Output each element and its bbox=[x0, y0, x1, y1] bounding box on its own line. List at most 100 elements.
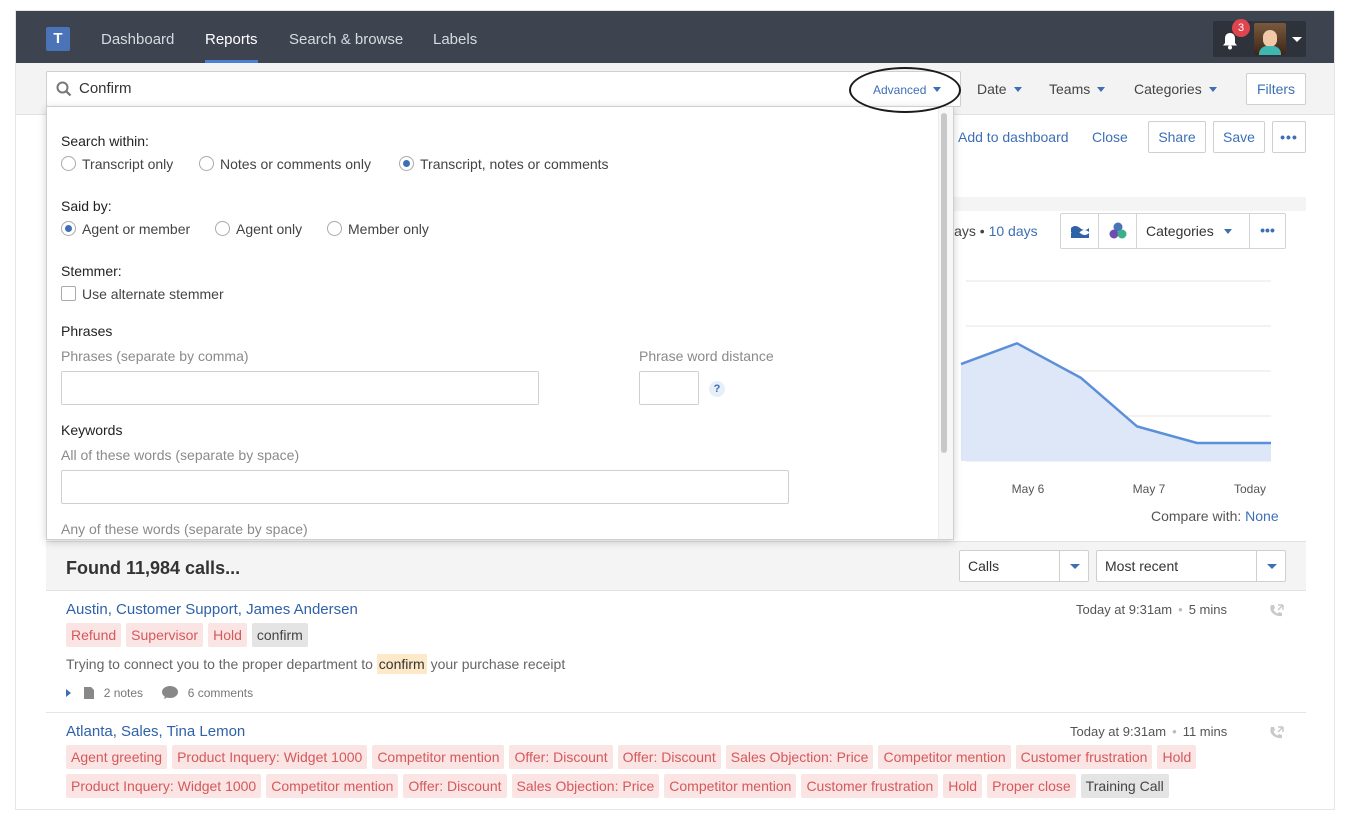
radio-label: Agent only bbox=[236, 221, 303, 237]
scrollbar-thumb[interactable] bbox=[941, 113, 947, 453]
tag[interactable]: Supervisor bbox=[126, 623, 204, 647]
close-link[interactable]: Close bbox=[1092, 129, 1128, 145]
result-tags: Refund Supervisor Hold confirm bbox=[66, 623, 1266, 652]
tag[interactable]: Competitor mention bbox=[372, 745, 505, 769]
avatar-shirt bbox=[1259, 46, 1281, 55]
result-item[interactable]: Atlanta, Sales, Tina Lemon Today at 9:31… bbox=[46, 713, 1306, 809]
result-time-value: Today at 9:31am bbox=[1076, 602, 1173, 617]
nav-labels[interactable]: Labels bbox=[433, 11, 477, 63]
checkbox-label: Use alternate stemmer bbox=[82, 286, 224, 302]
phrase-distance-input[interactable] bbox=[639, 371, 699, 405]
tag[interactable]: Sales Objection: Price bbox=[511, 774, 660, 798]
share-button[interactable]: Share bbox=[1148, 121, 1206, 153]
tag[interactable]: Refund bbox=[66, 623, 122, 647]
tag[interactable]: Hold bbox=[1157, 745, 1197, 769]
tag[interactable]: Offer: Discount bbox=[403, 774, 507, 798]
days-option-selected[interactable]: 10 days bbox=[989, 223, 1038, 239]
search-input[interactable]: Confirm Advanced bbox=[46, 71, 961, 107]
tag[interactable]: Agent greeting bbox=[66, 745, 168, 769]
wave-icon bbox=[1071, 226, 1089, 238]
type-select[interactable]: Calls bbox=[959, 550, 1089, 582]
help-icon[interactable]: ? bbox=[709, 381, 725, 397]
tag[interactable]: Hold bbox=[943, 774, 983, 798]
tag[interactable]: Proper close bbox=[987, 774, 1076, 798]
all-words-input[interactable] bbox=[61, 470, 789, 504]
save-button[interactable]: Save bbox=[1213, 121, 1265, 153]
radio-transcript-only[interactable]: Transcript only bbox=[61, 156, 173, 172]
tag[interactable]: Customer frustration bbox=[801, 774, 939, 798]
result-title[interactable]: Atlanta, Sales, Tina Lemon bbox=[66, 723, 245, 740]
tag[interactable]: Customer frustration bbox=[1015, 745, 1153, 769]
chart-more-button[interactable]: ••• bbox=[1250, 214, 1285, 248]
radio-notes-comments-only[interactable]: Notes or comments only bbox=[199, 156, 371, 172]
result-item[interactable]: Austin, Customer Support, James Andersen… bbox=[46, 591, 1306, 713]
days-option[interactable]: lays bbox=[951, 223, 976, 239]
sort-select[interactable]: Most recent bbox=[1096, 550, 1286, 582]
radio-selected-icon bbox=[399, 156, 414, 171]
tag[interactable]: Competitor mention bbox=[664, 774, 797, 798]
search-query[interactable]: Confirm bbox=[79, 72, 132, 106]
caret-down-icon bbox=[1208, 87, 1217, 92]
result-title[interactable]: Austin, Customer Support, James Andersen bbox=[66, 601, 358, 618]
keywords-label: Keywords bbox=[61, 422, 123, 438]
tag-gray[interactable]: confirm bbox=[251, 623, 308, 647]
incoming-call-icon bbox=[1270, 726, 1284, 739]
caret-down-icon bbox=[1097, 87, 1106, 92]
radio-agent-or-member[interactable]: Agent or member bbox=[61, 221, 190, 237]
tag[interactable]: Competitor mention bbox=[266, 774, 399, 798]
search-icon bbox=[56, 81, 72, 97]
radio-member-only[interactable]: Member only bbox=[327, 221, 429, 237]
color-circles-icon bbox=[1109, 222, 1127, 239]
separator-dot: • bbox=[1172, 724, 1177, 739]
chart-categories-select[interactable]: Categories bbox=[1137, 214, 1250, 248]
result-duration: 5 mins bbox=[1188, 602, 1227, 617]
phrases-hint: Phrases (separate by comma) bbox=[61, 348, 249, 364]
more-button[interactable]: ••• bbox=[1272, 121, 1306, 153]
search-within-label: Search within: bbox=[61, 133, 149, 149]
avatar-face bbox=[1263, 30, 1277, 47]
nav-dashboard[interactable]: Dashboard bbox=[101, 11, 174, 63]
add-to-dashboard-link[interactable]: Add to dashboard bbox=[958, 129, 1069, 145]
expand-icon[interactable] bbox=[66, 689, 71, 697]
radio-agent-only[interactable]: Agent only bbox=[215, 221, 302, 237]
chevron-down-icon[interactable] bbox=[1292, 37, 1302, 42]
avatar[interactable] bbox=[1254, 23, 1286, 55]
caret-down-icon bbox=[1013, 87, 1022, 92]
compare-value[interactable]: None bbox=[1245, 508, 1278, 524]
tag-gray[interactable]: Training Call bbox=[1080, 774, 1169, 798]
tag[interactable]: Hold bbox=[208, 623, 247, 647]
nav-reports[interactable]: Reports bbox=[205, 11, 258, 63]
alternate-stemmer-checkbox[interactable]: Use alternate stemmer bbox=[61, 286, 224, 302]
notes-count[interactable]: 2 notes bbox=[104, 686, 143, 700]
snippet-highlight: confirm bbox=[376, 654, 427, 674]
radio-icon bbox=[215, 221, 230, 236]
tag[interactable]: Product Inquery: Widget 1000 bbox=[66, 774, 262, 798]
result-snippet: Trying to connect you to the proper depa… bbox=[66, 654, 565, 674]
comments-count[interactable]: 6 comments bbox=[188, 686, 253, 700]
nav-search-browse[interactable]: Search & browse bbox=[289, 11, 403, 63]
phrases-input[interactable] bbox=[61, 371, 539, 405]
radio-icon bbox=[327, 221, 342, 236]
tag[interactable]: Product Inquery: Widget 1000 bbox=[172, 745, 368, 769]
days-selector: lays • 10 days bbox=[951, 223, 1038, 239]
checkbox-icon bbox=[61, 286, 76, 301]
categories-filter[interactable]: Categories bbox=[1134, 63, 1217, 115]
area-chart-toggle[interactable] bbox=[1061, 214, 1099, 248]
result-time-value: Today at 9:31am bbox=[1070, 724, 1167, 739]
teams-filter[interactable]: Teams bbox=[1049, 63, 1106, 115]
compare-label: Compare with: bbox=[1151, 508, 1242, 524]
tag[interactable]: Offer: Discount bbox=[617, 745, 721, 769]
app-logo[interactable]: T bbox=[46, 27, 70, 51]
color-toggle[interactable] bbox=[1099, 214, 1137, 248]
advanced-search-panel: Search within: Transcript only Notes or … bbox=[46, 106, 954, 540]
tag[interactable]: Offer: Discount bbox=[509, 745, 613, 769]
date-filter[interactable]: Date bbox=[977, 63, 1022, 115]
any-words-hint: Any of these words (separate by space) bbox=[61, 521, 308, 537]
tag[interactable]: Competitor mention bbox=[878, 745, 1011, 769]
filters-button[interactable]: Filters bbox=[1246, 73, 1306, 105]
radio-transcript-notes-comments[interactable]: Transcript, notes or comments bbox=[399, 156, 609, 172]
comment-icon bbox=[162, 686, 179, 699]
phrase-distance-hint: Phrase word distance bbox=[639, 348, 774, 364]
teams-label: Teams bbox=[1049, 81, 1091, 97]
tag[interactable]: Sales Objection: Price bbox=[725, 745, 874, 769]
